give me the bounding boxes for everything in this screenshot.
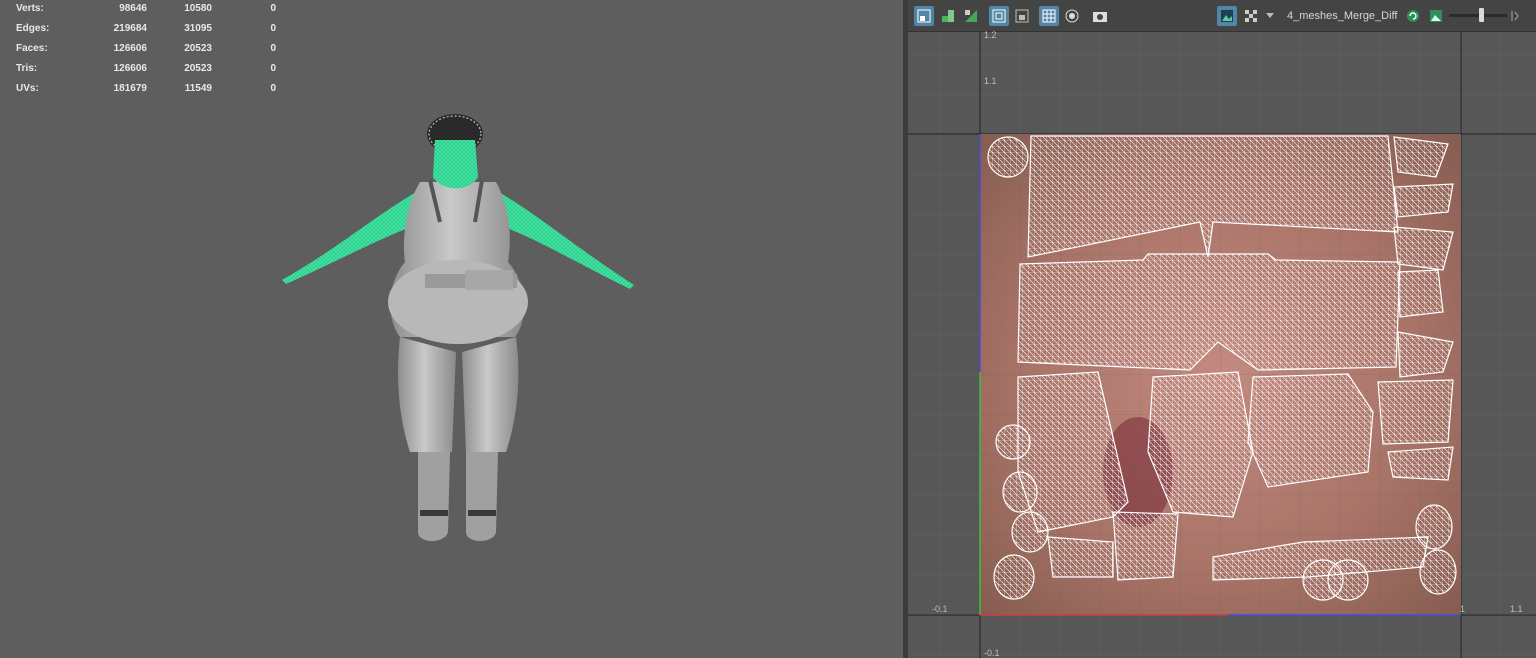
hud-value: 31095	[184, 23, 212, 34]
uv-shell-foot	[1047, 536, 1114, 578]
uv-axis-label: 1.2	[984, 30, 997, 40]
left-boot-mesh[interactable]	[418, 452, 450, 541]
hud-value: 20523	[184, 43, 212, 54]
exposure-slider[interactable]	[1449, 14, 1507, 17]
uv-axis-label: 1	[1460, 604, 1466, 614]
hud-label: UVs:	[16, 83, 39, 94]
checker-icon[interactable]	[1241, 6, 1261, 26]
uv-tile-icon[interactable]	[938, 6, 958, 26]
uv-shell-select-icon[interactable]	[914, 6, 934, 26]
perspective-viewport[interactable]: Verts: 98646 10580 0 Edges: 219684 31095…	[0, 0, 903, 658]
hud-value: 98646	[119, 3, 147, 14]
uv-editor-panel[interactable]: 4_meshes_Merge_Diff 1.2 1.1 -0.1 1 1.1 -…	[908, 0, 1536, 658]
hud-value: 0	[270, 43, 276, 54]
face-selected[interactable]	[433, 140, 478, 189]
frame-border-icon[interactable]	[989, 6, 1009, 26]
hud-value: 126606	[113, 63, 147, 74]
snap-icon[interactable]	[1062, 6, 1082, 26]
hud-label: Verts:	[16, 3, 44, 14]
grid-toggle-icon[interactable]	[1039, 6, 1059, 26]
hud-value: 0	[270, 23, 276, 34]
hud-value: 20523	[184, 63, 212, 74]
texture-name-label[interactable]: 4_meshes_Merge_Diff	[1287, 10, 1397, 22]
hud-label: Faces:	[16, 43, 48, 54]
right-leg-mesh[interactable]	[462, 337, 519, 452]
uv-shell-ear	[1377, 379, 1454, 445]
hud-row-uvs: UVs: 181679 11549 0	[16, 82, 276, 102]
left-arm-selected[interactable]	[282, 190, 420, 284]
hud-value: 0	[270, 63, 276, 74]
hud-label: Edges:	[16, 23, 50, 34]
uv-axis-label: -0.1	[932, 604, 948, 614]
uv-shell-strap	[1112, 511, 1179, 581]
uv-canvas[interactable]	[908, 32, 1536, 658]
poly-count-hud: Verts: 98646 10580 0 Edges: 219684 31095…	[16, 2, 276, 102]
right-boot-mesh[interactable]	[466, 452, 498, 541]
uv-axis-label: 1.1	[1510, 604, 1523, 614]
left-leg-mesh[interactable]	[398, 337, 456, 452]
hud-value: 10580	[184, 3, 212, 14]
uv-snapshot-icon[interactable]	[1090, 6, 1110, 26]
toolbar-overflow-icon[interactable]	[1508, 6, 1522, 26]
hud-row-edges: Edges: 219684 31095 0	[16, 22, 276, 42]
hud-value: 181679	[113, 83, 147, 94]
display-image-icon[interactable]	[1217, 6, 1237, 26]
character-mesh[interactable]	[270, 112, 650, 557]
refresh-texture-icon[interactable]	[1403, 6, 1423, 26]
hud-value: 0	[270, 3, 276, 14]
uv-shell-hand	[987, 136, 1029, 178]
frame-selection-icon[interactable]	[1012, 6, 1032, 26]
hud-value: 11549	[184, 83, 212, 94]
uv-shell-head	[1247, 373, 1374, 488]
texture-dropdown-icon[interactable]	[1264, 6, 1276, 26]
hud-value: 126606	[113, 43, 147, 54]
hud-value: 219684	[113, 23, 147, 34]
image-settings-icon[interactable]	[1426, 6, 1446, 26]
uv-distortion-icon[interactable]	[961, 6, 981, 26]
hud-value: 0	[270, 83, 276, 94]
hud-label: Tris:	[16, 63, 38, 74]
uv-axis-label: 1.1	[984, 76, 997, 86]
exposure-slider-handle[interactable]	[1479, 8, 1484, 22]
hud-row-faces: Faces: 126606 20523 0	[16, 42, 276, 62]
uv-toolbar: 4_meshes_Merge_Diff	[908, 0, 1536, 32]
uv-axis-label: -0.1	[984, 648, 1000, 658]
hud-row-tris: Tris: 126606 20523 0	[16, 62, 276, 82]
hud-row-verts: Verts: 98646 10580 0	[16, 2, 276, 22]
